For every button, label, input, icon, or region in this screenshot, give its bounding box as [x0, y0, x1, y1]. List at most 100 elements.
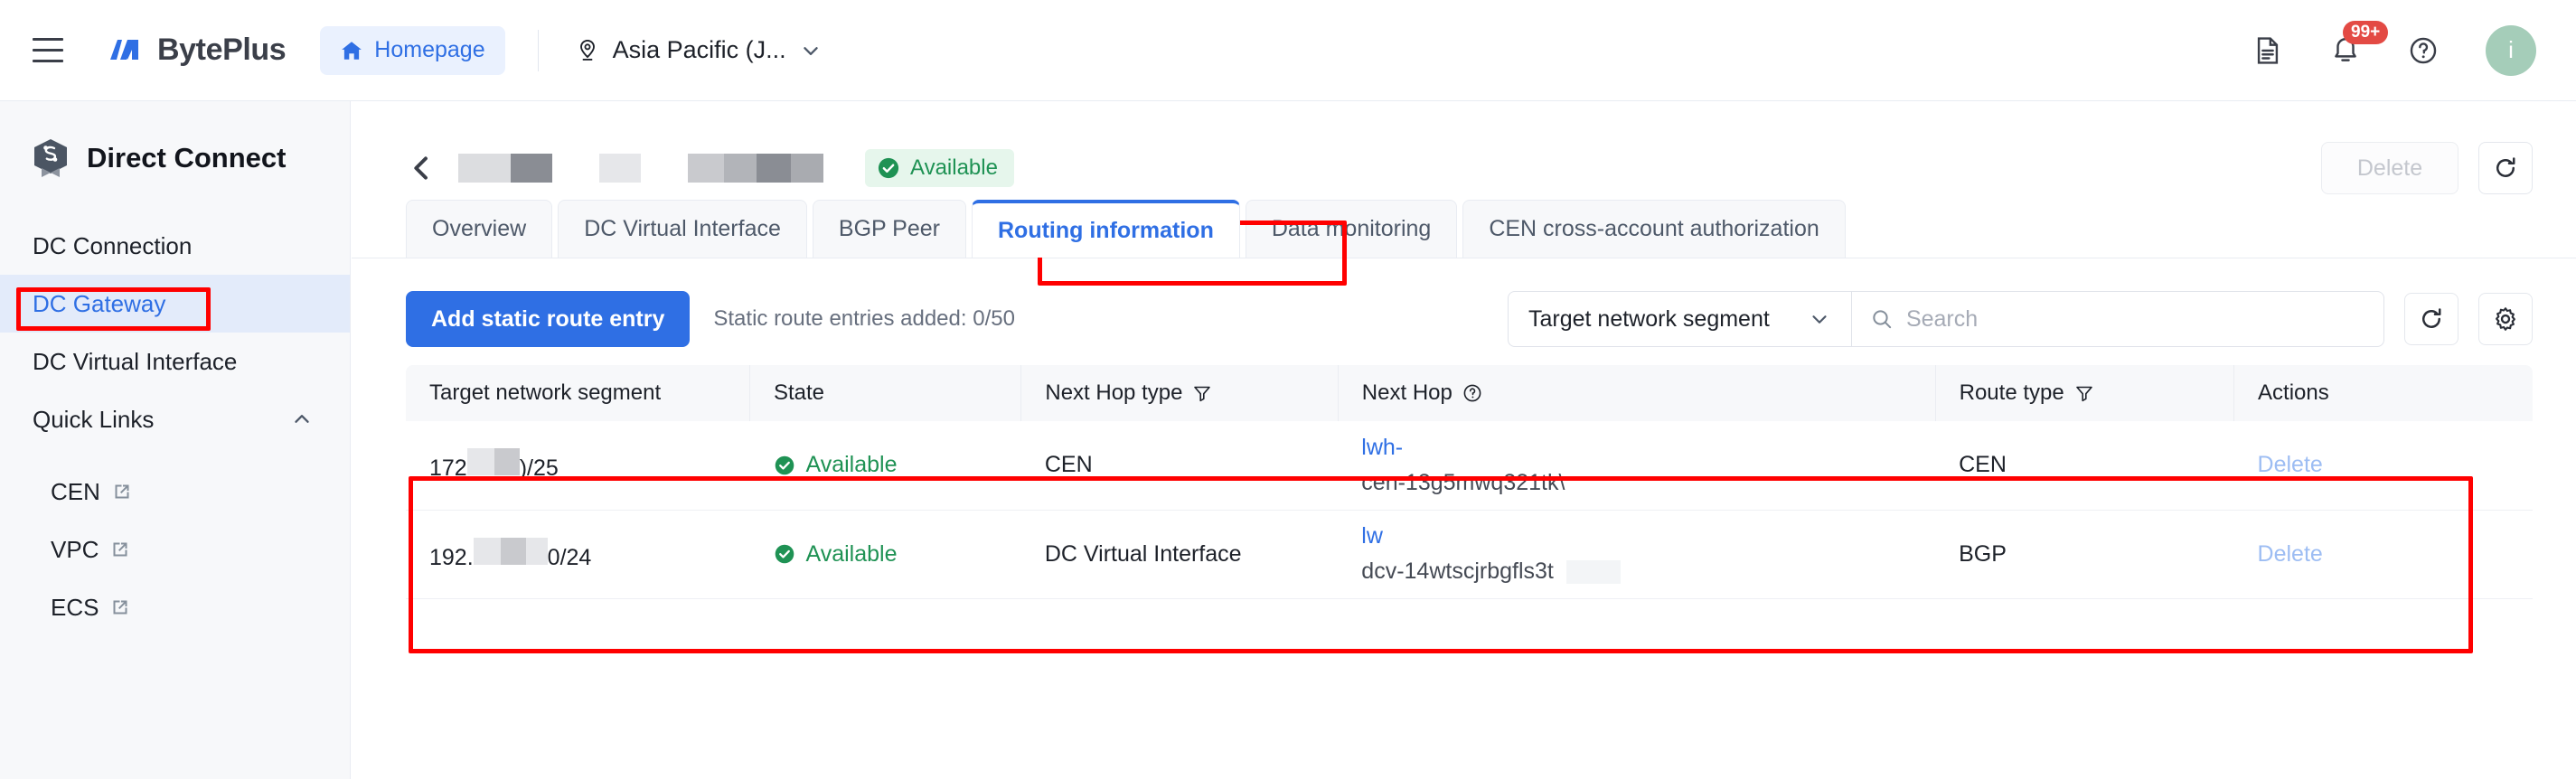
column-label: State — [773, 380, 825, 405]
column-route-type: Route type — [1935, 365, 2235, 421]
sidebar-item-vpc[interactable]: VPC — [0, 521, 350, 578]
region-label: Asia Pacific (J... — [612, 36, 786, 63]
table-header: Target network segment State Next Hop ty… — [406, 365, 2533, 421]
question-circle-icon[interactable] — [1462, 382, 1483, 404]
chevron-down-icon — [803, 46, 818, 55]
table-row[interactable]: 192. 0/24 Available DC Virtual Interface — [406, 510, 2533, 599]
tab-bgp-peer[interactable]: BGP Peer — [812, 200, 966, 258]
documentation-icon[interactable] — [2252, 35, 2283, 66]
cell-target-network-segment: 172)/25 — [406, 421, 750, 511]
segment-redaction — [466, 448, 520, 476]
column-actions: Actions — [2233, 365, 2533, 421]
gear-icon — [2496, 307, 2515, 331]
cell-state: Available — [749, 510, 1021, 599]
hamburger-menu-icon[interactable] — [24, 26, 72, 75]
segment-prefix: 192. — [429, 544, 474, 570]
refresh-icon — [2422, 308, 2441, 328]
cell-actions: Delete — [2233, 510, 2533, 599]
add-static-route-entry-button[interactable]: Add static route entry — [406, 291, 691, 347]
cell-target-network-segment: 192. 0/24 — [406, 510, 750, 599]
sidebar-group-quick-links[interactable]: Quick Links — [0, 390, 350, 448]
cell-next-hop-type: CEN — [1020, 421, 1339, 511]
topnav-actions: 99+ i — [2252, 20, 2536, 76]
next-hop-link[interactable]: lwh- — [1361, 430, 1935, 465]
column-label: Target network segment — [429, 380, 662, 405]
tab-overview[interactable]: Overview — [406, 200, 553, 258]
refresh-icon — [2496, 157, 2515, 177]
delete-row-link[interactable]: Delete — [2258, 452, 2323, 477]
byteplus-mark-icon — [110, 39, 138, 60]
filter-icon[interactable] — [2073, 382, 2095, 404]
routing-table: Target network segment State Next Hop ty… — [406, 365, 2533, 599]
search-input[interactable] — [1905, 305, 2365, 333]
cell-state: Available — [749, 421, 1021, 511]
region-selector[interactable]: Asia Pacific (J... — [568, 26, 830, 75]
filter-field-value: Target network segment — [1528, 305, 1770, 332]
next-hop-link[interactable]: lw — [1361, 519, 1935, 554]
table-settings-button[interactable] — [2478, 293, 2533, 345]
sidebar-item-ecs[interactable]: ECS — [0, 578, 350, 636]
top-navigation-bar: BytePlus Homepage Asia Pacific (J... 99+… — [0, 0, 2576, 101]
column-state: State — [749, 365, 1022, 421]
search-group: Target network segment — [1508, 291, 2384, 347]
notifications-bell-icon[interactable]: 99+ — [2330, 20, 2389, 66]
next-hop-id: dcv-14wtscjrbgfls3t — [1361, 558, 1554, 584]
state-label: Available — [805, 452, 898, 478]
column-next-hop-type: Next Hop type — [1020, 365, 1339, 421]
column-next-hop: Next Hop — [1338, 365, 1936, 421]
sidebar-item-dc-virtual-interface[interactable]: DC Virtual Interface — [0, 333, 350, 390]
toolbar-right-group: Target network segment — [1508, 291, 2533, 347]
filter-field-select[interactable]: Target network segment — [1508, 291, 1851, 347]
home-icon — [342, 41, 362, 60]
next-hop-redaction — [1565, 560, 1621, 585]
status-label: Available — [910, 155, 998, 180]
back-button[interactable] — [406, 150, 437, 186]
refresh-button[interactable] — [2478, 142, 2533, 194]
delete-button[interactable]: Delete — [2321, 142, 2458, 194]
sidebar: Direct Connect DC Connection DC Gateway … — [0, 101, 351, 779]
sidebar-item-label: DC Connection — [33, 231, 193, 259]
sidebar-item-cen[interactable]: CEN — [0, 463, 350, 521]
segment-suffix: )/25 — [519, 455, 559, 482]
user-avatar[interactable]: i — [2486, 24, 2536, 76]
location-pin-icon — [579, 39, 595, 61]
tab-cen-cross-account-authorization[interactable]: CEN cross-account authorization — [1462, 200, 1846, 258]
column-target-network-segment: Target network segment — [406, 365, 750, 421]
routing-table-container: Target network segment State Next Hop ty… — [352, 349, 2576, 599]
tab-routing-information[interactable]: Routing information — [972, 200, 1240, 258]
notification-count-badge: 99+ — [2343, 20, 2389, 45]
main-content: Available Delete Overview DC Virtual Int… — [352, 101, 2576, 779]
tab-bar: Overview DC Virtual Interface BGP Peer R… — [352, 200, 2576, 258]
chevron-left-icon — [414, 156, 428, 180]
nav-divider — [537, 29, 539, 71]
external-link-icon — [115, 484, 129, 499]
table-refresh-button[interactable] — [2404, 293, 2458, 345]
column-label: Next Hop type — [1045, 380, 1183, 405]
help-icon[interactable] — [2408, 35, 2439, 66]
page-header-actions: Delete — [2321, 142, 2533, 194]
tab-dc-virtual-interface[interactable]: DC Virtual Interface — [558, 200, 807, 258]
table-row[interactable]: 172)/25 Available CEN lwh- cen-13g5mwq3… — [406, 421, 2533, 511]
segment-suffix: 0/24 — [547, 544, 592, 570]
search-icon — [1873, 310, 1892, 329]
filter-icon[interactable] — [1191, 382, 1213, 404]
column-label: Actions — [2258, 380, 2329, 405]
next-hop-id: cen-13g5mwq321tk\ — [1361, 469, 1565, 495]
sidebar-item-label: DC Gateway — [33, 289, 166, 317]
homepage-label: Homepage — [374, 37, 485, 62]
next-hop-id-wrap: dcv-14wtscjrbgfls3t — [1361, 554, 1935, 589]
external-link-icon — [113, 542, 127, 557]
page-header: Available Delete — [352, 101, 2576, 201]
homepage-button[interactable]: Homepage — [320, 25, 505, 75]
state-label: Available — [805, 540, 898, 567]
tab-data-monitoring[interactable]: Data monitoring — [1245, 200, 1458, 258]
sidebar-item-dc-gateway[interactable]: DC Gateway — [0, 275, 350, 333]
cell-route-type: CEN — [1935, 421, 2234, 511]
delete-row-link[interactable]: Delete — [2258, 541, 2323, 567]
chevron-up-icon — [295, 415, 309, 423]
brand-logo[interactable]: BytePlus — [107, 33, 287, 69]
sidebar-item-dc-connection[interactable]: DC Connection — [0, 217, 350, 275]
table-toolbar: Add static route entry Static route entr… — [352, 258, 2576, 349]
sidebar-nav-list: DC Connection DC Gateway DC Virtual Inte… — [0, 217, 350, 636]
